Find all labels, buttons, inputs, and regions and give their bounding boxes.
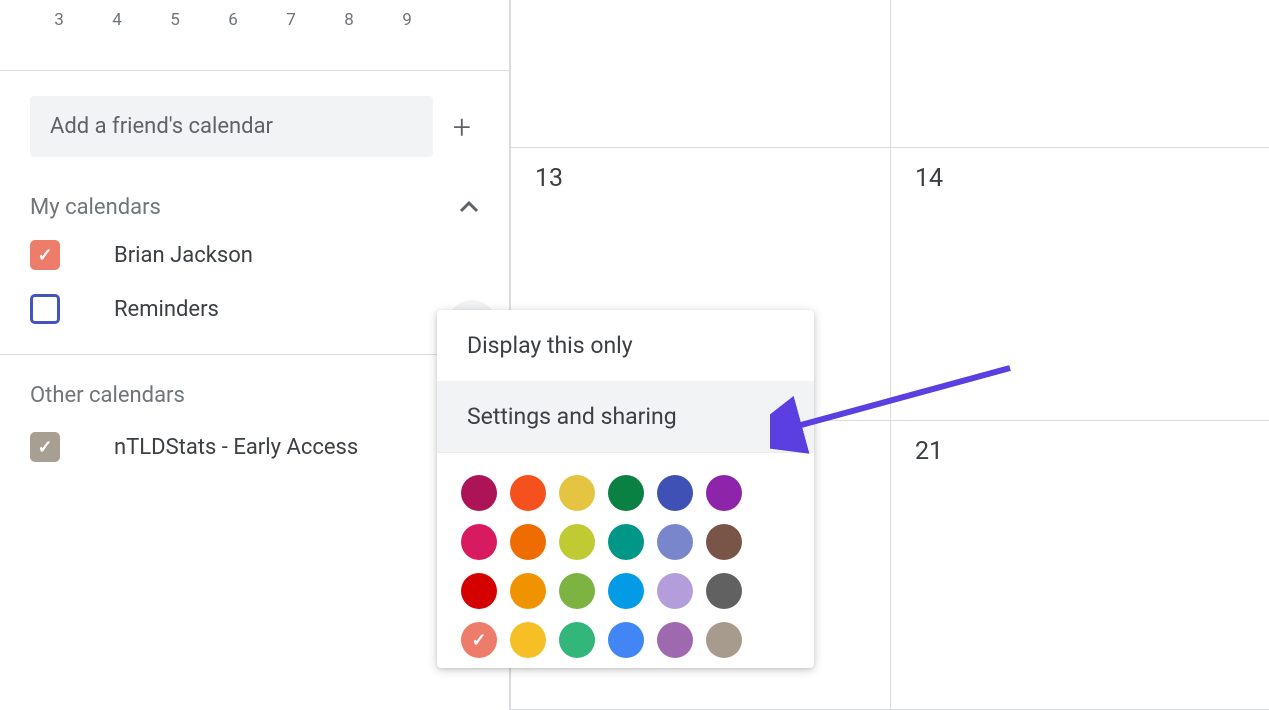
color-swatch[interactable] <box>559 524 595 560</box>
calendar-item-ntldstats[interactable]: ✓ nTLDStats - Early Access <box>0 420 509 474</box>
color-swatch[interactable] <box>510 524 546 560</box>
checkbox-checked[interactable]: ✓ <box>30 240 60 270</box>
color-swatch[interactable] <box>657 622 693 658</box>
mini-cal-day[interactable]: 9 <box>398 10 416 30</box>
color-swatch[interactable] <box>559 475 595 511</box>
other-calendars-title: Other calendars <box>0 355 509 420</box>
my-calendars-title: My calendars <box>30 195 161 220</box>
checkmark-icon: ✓ <box>37 437 52 458</box>
calendar-context-menu: Display this only Settings and sharing ✓ <box>437 310 814 668</box>
color-swatch[interactable] <box>608 475 644 511</box>
mini-cal-day[interactable]: 8 <box>340 10 358 30</box>
color-swatch[interactable] <box>608 524 644 560</box>
color-swatch[interactable] <box>657 475 693 511</box>
color-swatch[interactable] <box>510 475 546 511</box>
calendar-label: Reminders <box>86 297 219 322</box>
add-friend-input[interactable] <box>30 96 433 157</box>
calendar-item-brian[interactable]: ✓ Brian Jackson <box>0 228 509 282</box>
color-swatch[interactable] <box>559 573 595 609</box>
color-picker: ✓ <box>437 453 814 668</box>
grid-cell[interactable] <box>890 0 1269 148</box>
menu-settings-sharing[interactable]: Settings and sharing <box>437 381 814 452</box>
calendar-label: Brian Jackson <box>86 243 253 268</box>
checkbox-unchecked[interactable] <box>30 294 60 324</box>
checkbox-checked[interactable]: ✓ <box>30 432 60 462</box>
menu-display-only[interactable]: Display this only <box>437 310 814 381</box>
color-swatch[interactable] <box>657 524 693 560</box>
mini-cal-day[interactable]: 5 <box>166 10 184 30</box>
color-swatch[interactable] <box>559 622 595 658</box>
color-swatch[interactable] <box>706 524 742 560</box>
checkmark-icon: ✓ <box>37 245 52 266</box>
color-swatch[interactable] <box>461 475 497 511</box>
color-swatch[interactable] <box>510 573 546 609</box>
color-swatch[interactable]: ✓ <box>461 622 497 658</box>
mini-cal-day[interactable]: 4 <box>108 10 126 30</box>
grid-cell[interactable]: 14 <box>890 148 1269 421</box>
color-swatch[interactable] <box>608 622 644 658</box>
color-swatch[interactable] <box>510 622 546 658</box>
calendar-item-reminders[interactable]: Reminders <box>0 282 509 336</box>
calendar-label: nTLDStats - Early Access <box>86 435 358 460</box>
checkmark-icon: ✓ <box>471 630 486 651</box>
add-calendar-icon[interactable]: + <box>445 108 479 146</box>
grid-cell[interactable] <box>510 0 890 148</box>
chevron-up-icon[interactable] <box>459 197 479 218</box>
mini-cal-day[interactable]: 6 <box>224 10 242 30</box>
color-swatch[interactable] <box>706 622 742 658</box>
color-swatch[interactable] <box>461 573 497 609</box>
mini-cal-day[interactable]: 3 <box>50 10 68 30</box>
grid-cell[interactable]: 21 <box>890 421 1269 710</box>
mini-cal-day[interactable]: 7 <box>282 10 300 30</box>
color-swatch[interactable] <box>706 475 742 511</box>
color-swatch[interactable] <box>706 573 742 609</box>
color-swatch[interactable] <box>657 573 693 609</box>
color-swatch[interactable] <box>461 524 497 560</box>
color-swatch[interactable] <box>608 573 644 609</box>
mini-calendar-row: 3 4 5 6 7 8 9 <box>0 0 509 50</box>
